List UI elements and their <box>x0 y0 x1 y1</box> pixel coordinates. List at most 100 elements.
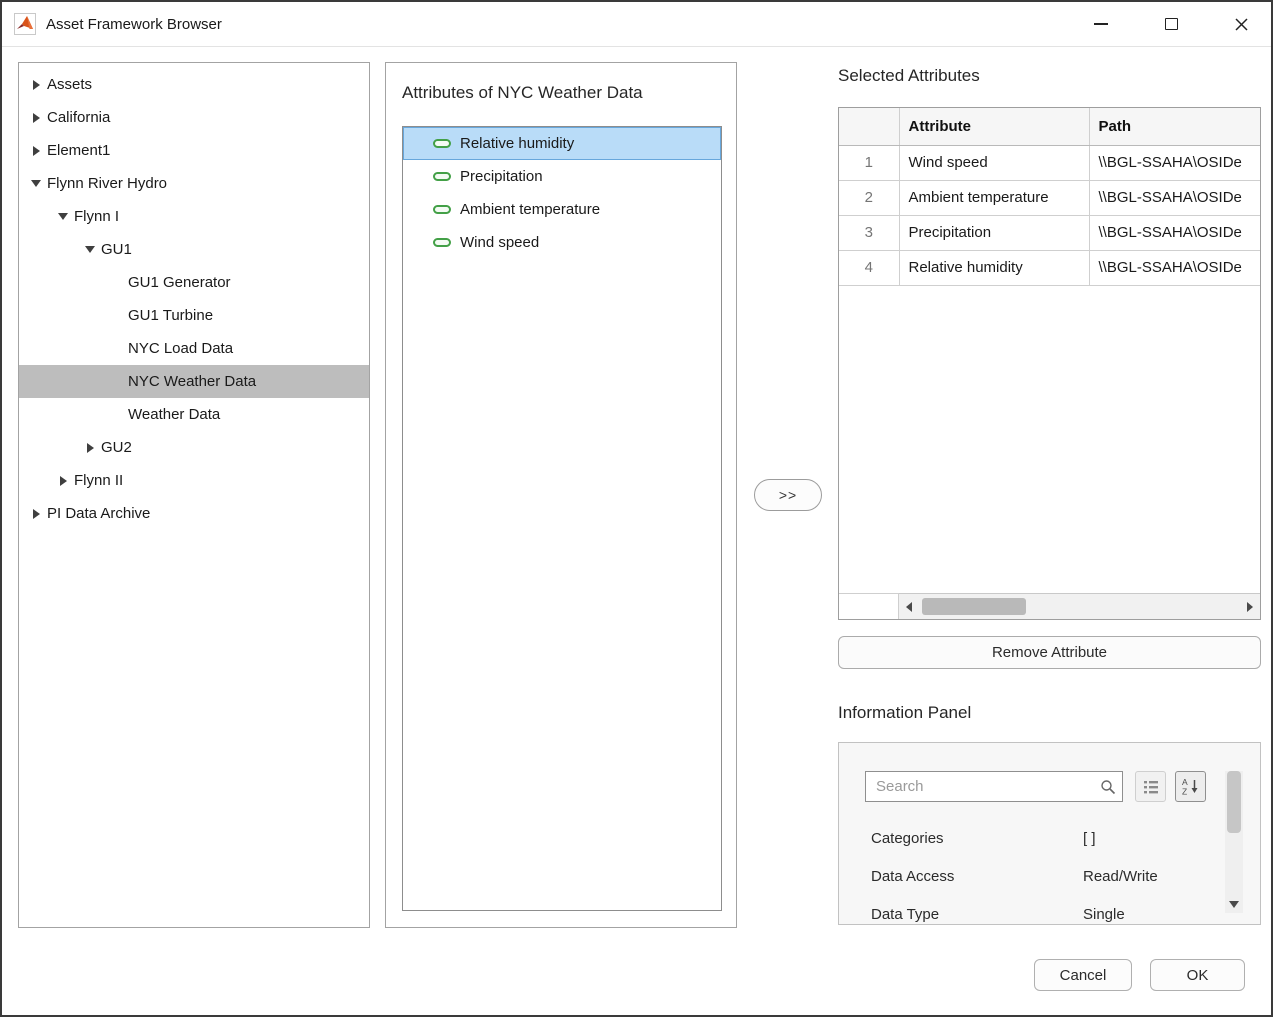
tree-item-label: GU1 Generator <box>128 274 231 291</box>
scroll-down-icon[interactable] <box>1229 901 1239 908</box>
tree-item-nyc-load-data[interactable]: NYC Load Data <box>19 332 369 365</box>
search-field-wrap <box>865 771 1123 802</box>
property-value: Read/Write <box>1083 868 1158 885</box>
tree-item-assets[interactable]: Assets <box>19 68 369 101</box>
tree-item-label: NYC Weather Data <box>128 373 256 390</box>
tree-item-label: GU1 Turbine <box>128 307 213 324</box>
cancel-button[interactable]: Cancel <box>1034 959 1132 991</box>
tree-item-label: GU2 <box>101 439 132 456</box>
ok-button[interactable]: OK <box>1150 959 1245 991</box>
attribute-icon <box>433 172 451 181</box>
group-view-button[interactable] <box>1135 771 1166 802</box>
attribute-cell[interactable]: Relative humidity <box>899 250 1089 285</box>
tree-collapsed-arrow-icon[interactable] <box>28 77 44 93</box>
tree-leaf-spacer <box>109 308 125 324</box>
tree-collapsed-arrow-icon[interactable] <box>28 110 44 126</box>
tree-item-gu1[interactable]: GU1 <box>19 233 369 266</box>
sort-alphabetical-button[interactable]: A Z <box>1175 771 1206 802</box>
tree-item-element1[interactable]: Element1 <box>19 134 369 167</box>
sort-az-icon: A Z <box>1181 777 1200 796</box>
path-column-header[interactable]: Path <box>1089 108 1260 145</box>
asset-tree-panel: Assets California Element1 Flynn River H… <box>18 62 370 928</box>
tree-item-gu2[interactable]: GU2 <box>19 431 369 464</box>
scrollbar-corner <box>839 593 899 619</box>
tree-item-california[interactable]: California <box>19 101 369 134</box>
information-panel: A Z Categories [ ] Data Access Read/Writ… <box>838 742 1261 925</box>
property-row-categories[interactable]: Categories [ ] <box>839 819 1220 857</box>
attribute-cell[interactable]: Wind speed <box>899 145 1089 180</box>
tree-item-label: Weather Data <box>128 406 220 423</box>
row-number: 3 <box>839 215 899 250</box>
table-row[interactable]: 1 Wind speed \\BGL-SSAHA\OSIDe <box>839 145 1260 180</box>
path-cell[interactable]: \\BGL-SSAHA\OSIDe <box>1089 180 1260 215</box>
attributes-panel: Attributes of NYC Weather Data Relative … <box>385 62 737 928</box>
attribute-icon <box>433 139 451 148</box>
attributes-panel-title: Attributes of NYC Weather Data <box>402 83 643 103</box>
tree-item-pi-data-archive[interactable]: PI Data Archive <box>19 497 369 530</box>
row-number: 1 <box>839 145 899 180</box>
horizontal-scrollbar-track[interactable] <box>899 593 1260 619</box>
tree-item-gu1-turbine[interactable]: GU1 Turbine <box>19 299 369 332</box>
attribute-icon <box>433 238 451 247</box>
search-input[interactable] <box>865 771 1123 802</box>
table-row[interactable]: 2 Ambient temperature \\BGL-SSAHA\OSIDe <box>839 180 1260 215</box>
minimize-icon <box>1094 23 1108 25</box>
scroll-right-icon[interactable] <box>1247 602 1253 612</box>
attribute-item-relative-humidity[interactable]: Relative humidity <box>403 127 721 160</box>
row-number: 2 <box>839 180 899 215</box>
attribute-item-wind-speed[interactable]: Wind speed <box>403 226 721 259</box>
tree-item-weather-data[interactable]: Weather Data <box>19 398 369 431</box>
tree-collapsed-arrow-icon[interactable] <box>82 440 98 456</box>
property-list: Categories [ ] Data Access Read/Write Da… <box>839 819 1220 925</box>
svg-text:A: A <box>1182 777 1188 787</box>
maximize-button[interactable] <box>1150 2 1192 46</box>
minimize-button[interactable] <box>1080 2 1122 46</box>
attribute-cell[interactable]: Precipitation <box>899 215 1089 250</box>
remove-attribute-button[interactable]: Remove Attribute <box>838 636 1261 669</box>
search-icon <box>1100 779 1116 795</box>
close-button[interactable] <box>1220 2 1262 46</box>
title-bar: Asset Framework Browser <box>2 2 1271 47</box>
selected-attributes-heading: Selected Attributes <box>838 66 980 86</box>
path-cell[interactable]: \\BGL-SSAHA\OSIDe <box>1089 215 1260 250</box>
add-attributes-button[interactable]: >> <box>754 479 822 511</box>
property-value: [ ] <box>1083 830 1096 847</box>
tree-collapsed-arrow-icon[interactable] <box>28 143 44 159</box>
tree-collapsed-arrow-icon[interactable] <box>55 473 71 489</box>
tree-expanded-arrow-icon[interactable] <box>28 176 44 192</box>
attribute-icon <box>433 205 451 214</box>
attribute-column-header[interactable]: Attribute <box>899 108 1089 145</box>
tree-collapsed-arrow-icon[interactable] <box>28 506 44 522</box>
property-row-data-type[interactable]: Data Type Single <box>839 895 1220 925</box>
tree-item-flynn-i[interactable]: Flynn I <box>19 200 369 233</box>
path-cell[interactable]: \\BGL-SSAHA\OSIDe <box>1089 145 1260 180</box>
close-icon <box>1234 17 1249 32</box>
tree-item-nyc-weather-data[interactable]: NYC Weather Data <box>19 365 369 398</box>
tree-item-gu1-generator[interactable]: GU1 Generator <box>19 266 369 299</box>
table-row[interactable]: 4 Relative humidity \\BGL-SSAHA\OSIDe <box>839 250 1260 285</box>
table-header-row: Attribute Path <box>839 108 1260 145</box>
row-number-header <box>839 108 899 145</box>
property-name: Data Type <box>871 906 1083 923</box>
tree-item-label: GU1 <box>101 241 132 258</box>
scroll-left-icon[interactable] <box>906 602 912 612</box>
horizontal-scrollbar[interactable] <box>839 593 1260 619</box>
tree-leaf-spacer <box>109 341 125 357</box>
attribute-item-precipitation[interactable]: Precipitation <box>403 160 721 193</box>
property-row-data-access[interactable]: Data Access Read/Write <box>839 857 1220 895</box>
tree-expanded-arrow-icon[interactable] <box>55 209 71 225</box>
tree-expanded-arrow-icon[interactable] <box>82 242 98 258</box>
tree-item-flynn-river-hydro[interactable]: Flynn River Hydro <box>19 167 369 200</box>
attribute-cell[interactable]: Ambient temperature <box>899 180 1089 215</box>
tree-item-label: PI Data Archive <box>47 505 150 522</box>
tree-item-label: Flynn II <box>74 472 123 489</box>
property-name: Categories <box>871 830 1083 847</box>
attribute-item-ambient-temperature[interactable]: Ambient temperature <box>403 193 721 226</box>
path-cell[interactable]: \\BGL-SSAHA\OSIDe <box>1089 250 1260 285</box>
table-row[interactable]: 3 Precipitation \\BGL-SSAHA\OSIDe <box>839 215 1260 250</box>
vertical-scrollbar[interactable] <box>1225 771 1243 913</box>
tree-item-flynn-ii[interactable]: Flynn II <box>19 464 369 497</box>
horizontal-scrollbar-thumb[interactable] <box>922 598 1026 615</box>
tree-item-label: NYC Load Data <box>128 340 233 357</box>
vertical-scrollbar-thumb[interactable] <box>1227 771 1241 833</box>
